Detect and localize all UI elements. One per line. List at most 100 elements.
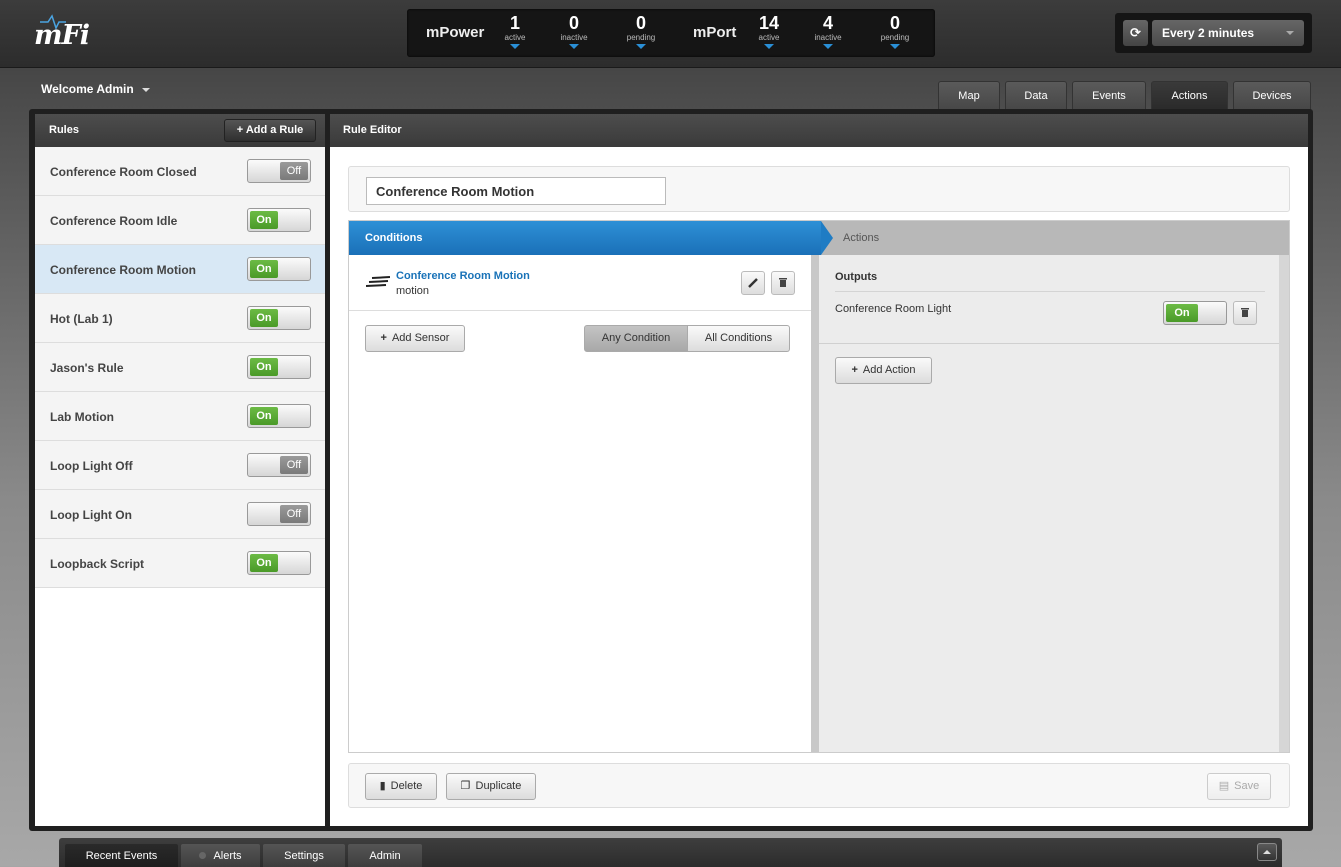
device-stats: mPower 1 active 0 inactive 0 pending mPo… xyxy=(407,9,935,57)
rule-toggle[interactable]: On xyxy=(247,355,311,379)
toggle-state: On xyxy=(250,407,278,425)
delete-condition-button[interactable] xyxy=(771,271,795,295)
delete-output-button[interactable] xyxy=(1233,301,1257,325)
add-rule-button[interactable]: + Add a Rule xyxy=(224,119,316,142)
rule-toggle[interactable]: Off xyxy=(247,453,311,477)
chevron-down-icon xyxy=(141,87,150,92)
caret-down-icon xyxy=(890,44,900,49)
save-icon: ▤ xyxy=(1218,780,1230,792)
rule-name: Loop Light Off xyxy=(50,459,133,473)
outputs-label: Outputs xyxy=(835,271,878,283)
duplicate-rule-button[interactable]: ❐ Duplicate xyxy=(446,773,536,800)
stat-value: 0 xyxy=(568,13,579,33)
user-menu[interactable]: Welcome Admin xyxy=(41,82,150,96)
step-bar: Conditions Actions xyxy=(349,221,1289,255)
all-conditions-option[interactable]: All Conditions xyxy=(688,325,790,352)
rule-item[interactable]: Loop Light On Off xyxy=(35,490,325,539)
rule-toggle[interactable]: Off xyxy=(247,159,311,183)
rule-toggle[interactable]: On xyxy=(247,306,311,330)
rule-item-selected[interactable]: Conference Room Motion On xyxy=(35,245,325,294)
rule-item[interactable]: Hot (Lab 1) On xyxy=(35,294,325,343)
rule-item[interactable]: Conference Room Idle On xyxy=(35,196,325,245)
stat-value: 0 xyxy=(635,13,646,33)
toggle-state: On xyxy=(250,260,278,278)
add-sensor-button[interactable]: + Add Sensor xyxy=(365,325,465,352)
tab-actions[interactable]: Actions xyxy=(1151,81,1228,110)
rule-name-input[interactable] xyxy=(366,177,666,205)
caret-down-icon xyxy=(510,44,520,49)
tab-alerts[interactable]: Alerts xyxy=(181,844,260,867)
tab-devices[interactable]: Devices xyxy=(1233,81,1311,110)
rule-toggle[interactable]: Off xyxy=(247,502,311,526)
refresh-button[interactable]: ⟳ xyxy=(1123,20,1148,46)
pencil-icon xyxy=(748,278,758,288)
add-action-button[interactable]: + Add Action xyxy=(835,357,932,384)
step-conditions[interactable]: Conditions xyxy=(349,221,821,255)
stat-value: 1 xyxy=(509,13,520,33)
rule-name: Conference Room Motion xyxy=(50,263,196,277)
stat-label: pending xyxy=(626,33,656,42)
condition-row: Conference Room Motion motion xyxy=(349,255,811,311)
toggle-state: On xyxy=(250,309,278,327)
trash-icon xyxy=(1241,308,1249,317)
editor-footer: ▮ Delete ❐ Duplicate ▤ Save xyxy=(348,763,1290,808)
save-rule-button[interactable]: ▤ Save xyxy=(1207,773,1271,800)
alert-indicator-icon xyxy=(199,852,207,859)
collapse-footer-button[interactable] xyxy=(1257,843,1277,861)
rule-item[interactable]: Jason's Rule On xyxy=(35,343,325,392)
trash-icon: ▮ xyxy=(379,780,386,792)
actions-scrollbar[interactable] xyxy=(1279,255,1289,752)
duplicate-icon: ❐ xyxy=(460,780,471,792)
tab-events[interactable]: Events xyxy=(1072,81,1146,110)
tab-map[interactable]: Map xyxy=(938,81,1000,110)
trash-icon xyxy=(779,278,787,287)
stat-label: active xyxy=(758,33,780,42)
refresh-interval-select[interactable]: Every 2 minutes xyxy=(1152,20,1304,46)
rule-name: Lab Motion xyxy=(50,410,114,424)
outputs-divider xyxy=(835,291,1265,292)
rule-item[interactable]: Loop Light Off Off xyxy=(35,441,325,490)
mpower-active-stat[interactable]: 1 active xyxy=(493,14,537,49)
condition-sensor-name[interactable]: Conference Room Motion xyxy=(396,270,530,282)
interval-value: Every 2 minutes xyxy=(1162,26,1255,40)
rule-item[interactable]: Conference Room Closed Off xyxy=(35,147,325,196)
mport-pending-stat[interactable]: 0 pending xyxy=(873,14,917,49)
logo-text: mFi xyxy=(34,20,90,51)
rule-name-container xyxy=(348,166,1290,212)
save-label: Save xyxy=(1234,780,1260,792)
rule-item[interactable]: Loopback Script On xyxy=(35,539,325,588)
rule-toggle[interactable]: On xyxy=(247,257,311,281)
caret-down-icon xyxy=(823,44,833,49)
rule-toggle[interactable]: On xyxy=(247,208,311,232)
tab-data[interactable]: Data xyxy=(1005,81,1067,110)
rule-toggle[interactable]: On xyxy=(247,551,311,575)
caret-down-icon xyxy=(764,44,774,49)
any-condition-option[interactable]: Any Condition xyxy=(584,325,688,352)
mpower-pending-stat[interactable]: 0 pending xyxy=(619,14,663,49)
tab-settings[interactable]: Settings xyxy=(263,844,345,867)
chevron-down-icon xyxy=(1286,31,1294,35)
toggle-state: Off xyxy=(280,505,308,523)
mpower-label: mPower xyxy=(426,24,485,41)
delete-rule-button[interactable]: ▮ Delete xyxy=(365,773,437,800)
rule-name: Loop Light On xyxy=(50,508,132,522)
tab-recent-events[interactable]: Recent Events xyxy=(65,844,178,867)
rule-item[interactable]: Lab Motion On xyxy=(35,392,325,441)
rule-toggle[interactable]: On xyxy=(247,404,311,428)
edit-condition-button[interactable] xyxy=(741,271,765,295)
mport-active-stat[interactable]: 14 active xyxy=(747,14,791,49)
step-actions[interactable]: Actions xyxy=(843,221,879,255)
output-name: Conference Room Light xyxy=(835,303,952,315)
conditions-column: Conference Room Motion motion + Add Senso… xyxy=(349,255,811,752)
stat-value: 4 xyxy=(822,13,833,33)
mport-inactive-stat[interactable]: 4 inactive xyxy=(806,14,850,49)
mpower-inactive-stat[interactable]: 0 inactive xyxy=(552,14,596,49)
refresh-controls: ⟳ Every 2 minutes xyxy=(1115,13,1312,53)
caret-down-icon xyxy=(636,44,646,49)
rule-work-area: Conditions Actions Conference Room Motio… xyxy=(348,220,1290,753)
welcome-label: Welcome Admin xyxy=(41,82,134,96)
tab-admin[interactable]: Admin xyxy=(348,844,422,867)
actions-divider xyxy=(819,343,1279,344)
toggle-state: Off xyxy=(280,456,308,474)
output-toggle[interactable]: On xyxy=(1163,301,1227,325)
